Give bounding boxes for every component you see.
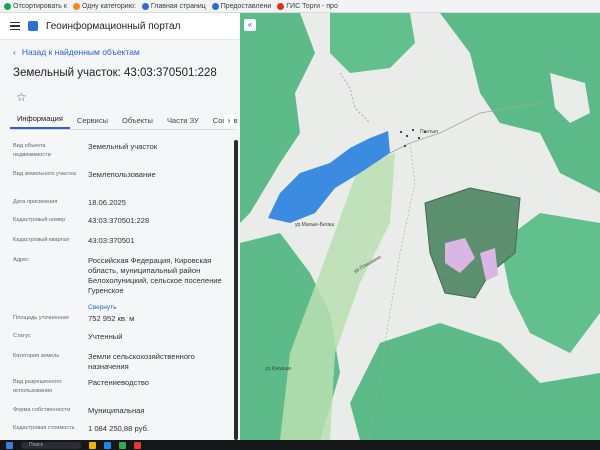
panel-scrollbar[interactable]: [234, 140, 238, 440]
bookmark-favicon-icon: [141, 2, 149, 10]
tab-services[interactable]: Сервисы: [70, 116, 115, 129]
attribute-label: Вид разрешенного использования: [13, 379, 62, 394]
bookmark-item[interactable]: Одну категорию:: [72, 2, 136, 10]
bookmark-favicon-icon: [4, 2, 11, 10]
windows-start-icon[interactable]: [6, 441, 13, 449]
attribute-value: 1 084 250,88 руб.: [88, 424, 149, 433]
file-explorer-icon[interactable]: [89, 441, 96, 449]
tab-objects[interactable]: Объекты: [115, 116, 160, 129]
attribute-value: Учтенный: [88, 332, 123, 341]
menu-icon[interactable]: [10, 22, 20, 30]
info-tabs: Информация Сервисы Объекты Части ЗУ Сост…: [10, 112, 238, 130]
attribute-label: Адрес: [13, 257, 30, 263]
object-title: Земельный участок: 43:03:370501:228: [13, 67, 217, 79]
portal-logo-icon: [28, 21, 38, 31]
bookmark-item[interactable]: Главная страниц: [141, 2, 206, 10]
map-canvas[interactable]: Пантыл ур.Малые-Бегаш ур.Плишкино ур.Кук…: [240, 13, 600, 440]
attribute-label: Площадь уточненная: [13, 315, 69, 321]
attribute-label: Кадастровый квартал: [13, 237, 70, 243]
portal-header: Геоинформационный портал: [0, 13, 240, 40]
attribute-label: Кадастровая стоимость: [13, 425, 75, 431]
portal-title: Геоинформационный портал: [46, 20, 181, 32]
object-info-panel: ‹ Назад к найденным объектам Земельный у…: [0, 40, 240, 440]
tab-parts[interactable]: Части ЗУ: [160, 116, 206, 129]
attribute-value: 18.06.2025: [88, 198, 127, 207]
chrome-icon[interactable]: [119, 441, 126, 449]
taskbar-search[interactable]: Поиск: [21, 441, 81, 449]
map-label: Пантыл: [420, 129, 438, 135]
attribute-value: 752 952 кв. м: [88, 314, 135, 323]
chevron-right-icon[interactable]: ›: [224, 115, 234, 127]
bookmark-item[interactable]: ГИС Торги - про: [277, 2, 338, 10]
collapse-panel-button[interactable]: «: [244, 19, 256, 31]
bookmark-item[interactable]: Предоставлени: [211, 2, 271, 10]
app-icon[interactable]: [134, 441, 141, 449]
attribute-value: Землепользование: [88, 170, 156, 179]
map-label: ур.Малые-Бегаш: [295, 222, 334, 228]
tab-info[interactable]: Информация: [10, 114, 70, 129]
bookmark-favicon-icon: [211, 2, 219, 10]
back-link-label: Назад к найденным объектам: [21, 47, 140, 57]
back-to-results-link[interactable]: ‹ Назад к найденным объектам: [13, 47, 140, 57]
map-view[interactable]: Пантыл ур.Малые-Бегаш ур.Плишкино ур.Кук…: [240, 13, 600, 440]
attribute-value: Земельный участок: [88, 142, 158, 151]
bookmark-favicon-icon: [277, 2, 285, 10]
bookmark-favicon-icon: [72, 2, 80, 10]
attribute-value: Муниципальная: [88, 406, 145, 415]
attribute-value: Земли сельскохозяйственного назначения: [88, 352, 195, 371]
attribute-value: Растениеводство: [88, 378, 149, 387]
taskbar: Поиск: [0, 440, 600, 450]
chevron-left-icon: ‹: [13, 47, 16, 57]
bookmarks-bar: Отсортировать к Одну категорию: Главная …: [0, 0, 600, 13]
attribute-value: 43:03:370501: [88, 236, 135, 245]
attribute-label: Статус: [13, 333, 31, 339]
attribute-label: Вид объекта недвижимости: [13, 143, 51, 158]
attribute-label: Форма собственности: [13, 407, 71, 413]
attribute-value: Российская Федерация, Кировская область,…: [88, 256, 222, 295]
bookmark-item[interactable]: Отсортировать к: [4, 2, 67, 10]
attribute-value: 43:03:370501:228: [88, 216, 150, 225]
collapse-link-label: Свернуть: [88, 304, 117, 311]
attribute-label: Дата присвоения: [13, 199, 58, 205]
map-label: ур.Кукушки: [265, 366, 291, 372]
attribute-label: Кадастровый номер: [13, 217, 66, 223]
attribute-label: Категория земель: [13, 353, 60, 359]
edge-icon[interactable]: [104, 441, 111, 449]
collapse-link[interactable]: Свернуть: [88, 296, 148, 314]
attribute-label: Вид земельного участка: [13, 171, 76, 177]
star-icon[interactable]: ☆: [16, 90, 27, 104]
screen: Отсортировать к Одну категорию: Главная …: [0, 0, 600, 440]
